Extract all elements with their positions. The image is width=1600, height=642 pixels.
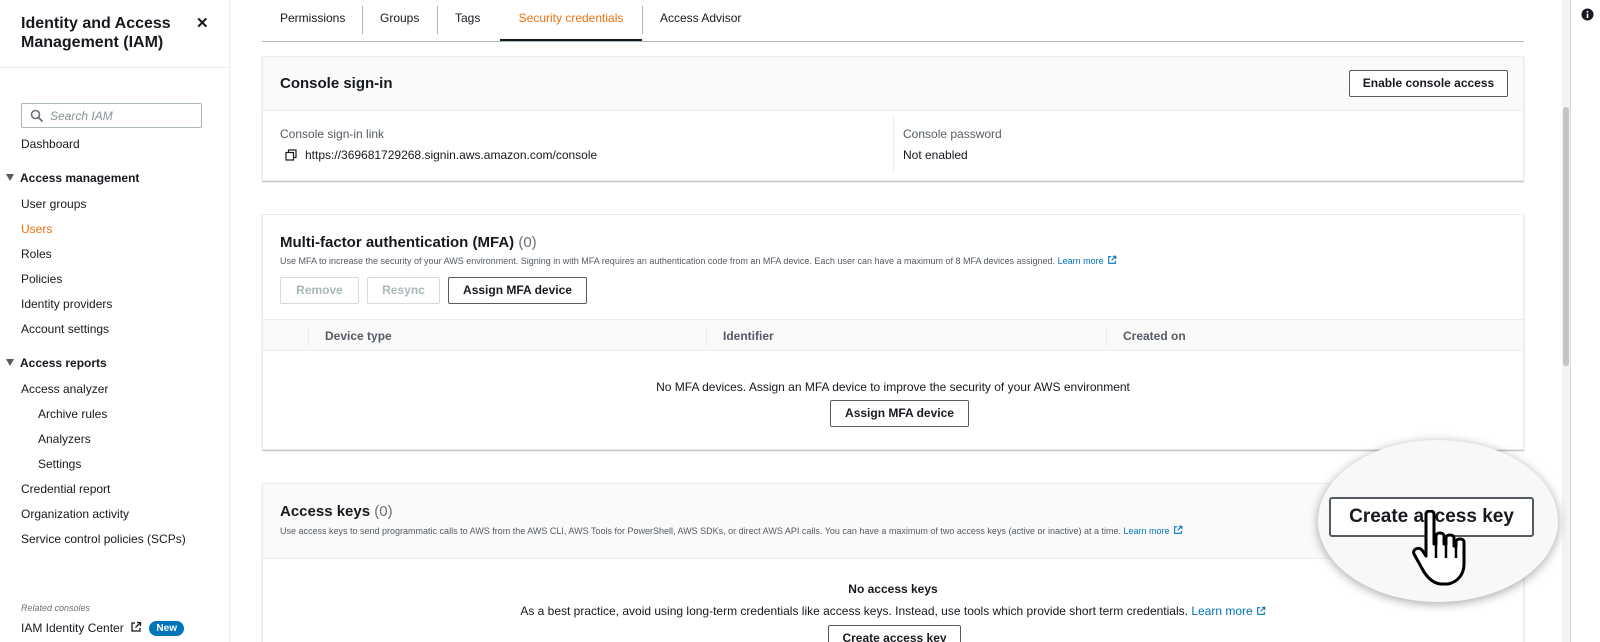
external-link-icon — [1256, 606, 1265, 615]
console-signin-panel: Console sign-in Enable console access Co… — [262, 56, 1524, 181]
sidebar-item-credential-report[interactable]: Credential report — [21, 482, 110, 496]
sidebar-section-access-reports[interactable]: Access reports — [6, 356, 107, 370]
tab-separator — [362, 6, 363, 34]
sidebar-item-organization-activity[interactable]: Organization activity — [21, 507, 129, 521]
sidebar: Identity and Access Management (IAM) ✕ S… — [0, 0, 230, 642]
access-keys-description: Use access keys to send programmatic cal… — [280, 525, 1183, 536]
no-access-keys-text-body: As a best practice, avoid using long-ter… — [520, 604, 1188, 618]
sidebar-item-dashboard[interactable]: Dashboard — [21, 137, 80, 151]
external-link-icon — [131, 621, 142, 632]
mfa-learn-more-link[interactable]: Learn more — [1058, 256, 1104, 266]
tab-bar: Permissions Groups Tags Security credent… — [262, 0, 1524, 42]
tab-tags[interactable]: Tags — [455, 0, 480, 41]
mfa-description-text: Use MFA to increase the security of your… — [280, 256, 1056, 266]
sidebar-item-analyzers[interactable]: Analyzers — [38, 432, 91, 446]
column-divider — [893, 117, 894, 171]
enable-console-access-button[interactable]: Enable console access — [1349, 70, 1508, 97]
section-label: Access management — [20, 171, 140, 185]
sidebar-item-access-analyzer[interactable]: Access analyzer — [21, 382, 108, 396]
sidebar-item-identity-center[interactable]: IAM Identity Center New — [21, 621, 184, 636]
signin-link-value[interactable]: https://369681729268.signin.aws.amazon.c… — [305, 148, 597, 162]
console-signin-title: Console sign-in — [280, 75, 393, 92]
mfa-count: (0) — [518, 234, 537, 251]
column-separator — [1106, 326, 1107, 346]
assign-mfa-device-button[interactable]: Assign MFA device — [448, 277, 587, 304]
console-password-value: Not enabled — [903, 148, 968, 162]
search-input[interactable]: Search IAM — [21, 103, 202, 128]
column-header-created-on[interactable]: Created on — [1123, 329, 1186, 343]
mfa-table-header: Device type Identifier Created on — [263, 319, 1523, 351]
scrollbar-thumb[interactable] — [1563, 107, 1569, 366]
external-link-icon — [1173, 525, 1182, 534]
sidebar-item-roles[interactable]: Roles — [21, 247, 52, 261]
sidebar-item-scps[interactable]: Service control policies (SCPs) — [21, 532, 186, 546]
column-separator — [706, 326, 707, 346]
sidebar-item-user-groups[interactable]: User groups — [21, 197, 86, 211]
sidebar-item-identity-providers[interactable]: Identity providers — [21, 297, 112, 311]
tab-access-advisor[interactable]: Access Advisor — [660, 0, 741, 41]
caret-down-icon — [6, 359, 14, 366]
new-badge: New — [149, 621, 184, 636]
tab-security-credentials[interactable]: Security credentials — [500, 0, 642, 41]
console-signin-header: Console sign-in Enable console access — [263, 57, 1523, 111]
tab-separator — [642, 6, 643, 34]
access-keys-description-text: Use access keys to send programmatic cal… — [280, 526, 1121, 536]
caret-down-icon — [6, 174, 14, 181]
column-header-identifier[interactable]: Identifier — [723, 329, 774, 343]
hand-cursor-icon — [1412, 510, 1466, 586]
mfa-panel: Multi-factor authentication (MFA) (0) Us… — [262, 214, 1524, 450]
copy-icon[interactable] — [285, 149, 297, 161]
column-header-device-type[interactable]: Device type — [325, 329, 392, 343]
signin-link-label: Console sign-in link — [280, 127, 385, 141]
sidebar-divider — [0, 67, 229, 68]
no-access-keys-text: As a best practice, avoid using long-ter… — [263, 604, 1523, 618]
sidebar-item-analyzer-settings[interactable]: Settings — [38, 457, 81, 471]
no-access-keys-learn-more-link[interactable]: Learn more — [1191, 604, 1252, 618]
assign-mfa-device-empty-button[interactable]: Assign MFA device — [830, 400, 969, 427]
tools-panel-border — [1570, 0, 1571, 642]
access-keys-title: Access keys (0) — [280, 503, 393, 520]
close-icon[interactable]: ✕ — [196, 14, 209, 32]
column-separator — [308, 326, 309, 346]
related-consoles-label: Related consoles — [21, 603, 91, 613]
create-access-key-empty-button[interactable]: Create access key — [828, 625, 961, 642]
sidebar-item-policies[interactable]: Policies — [21, 272, 62, 286]
mfa-title-text: Multi-factor authentication (MFA) — [280, 234, 515, 251]
mfa-title: Multi-factor authentication (MFA) (0) — [280, 234, 537, 251]
mfa-resync-button[interactable]: Resync — [367, 277, 440, 304]
tab-separator — [437, 6, 438, 34]
search-placeholder: Search IAM — [50, 109, 113, 123]
mfa-description: Use MFA to increase the security of your… — [280, 255, 1117, 266]
console-password-label: Console password — [903, 127, 1002, 141]
sidebar-item-account-settings[interactable]: Account settings — [21, 322, 109, 336]
access-keys-count: (0) — [374, 503, 393, 520]
sidebar-section-access-management[interactable]: Access management — [6, 171, 139, 185]
tab-groups[interactable]: Groups — [380, 0, 419, 41]
section-label: Access reports — [20, 356, 107, 370]
info-icon[interactable] — [1581, 8, 1594, 21]
identity-center-label: IAM Identity Center — [21, 621, 124, 635]
access-keys-title-text: Access keys — [280, 503, 371, 520]
no-access-keys-title: No access keys — [848, 582, 938, 596]
external-link-icon — [1107, 255, 1116, 264]
sidebar-title[interactable]: Identity and Access Management (IAM) — [21, 14, 191, 52]
access-keys-learn-more-link[interactable]: Learn more — [1124, 526, 1170, 536]
mfa-empty-text: No MFA devices. Assign an MFA device to … — [656, 380, 1130, 394]
sidebar-item-archive-rules[interactable]: Archive rules — [38, 407, 107, 421]
mfa-remove-button[interactable]: Remove — [280, 277, 359, 304]
sidebar-item-users[interactable]: Users — [21, 222, 52, 236]
tab-permissions[interactable]: Permissions — [280, 0, 345, 41]
search-icon — [30, 109, 44, 123]
